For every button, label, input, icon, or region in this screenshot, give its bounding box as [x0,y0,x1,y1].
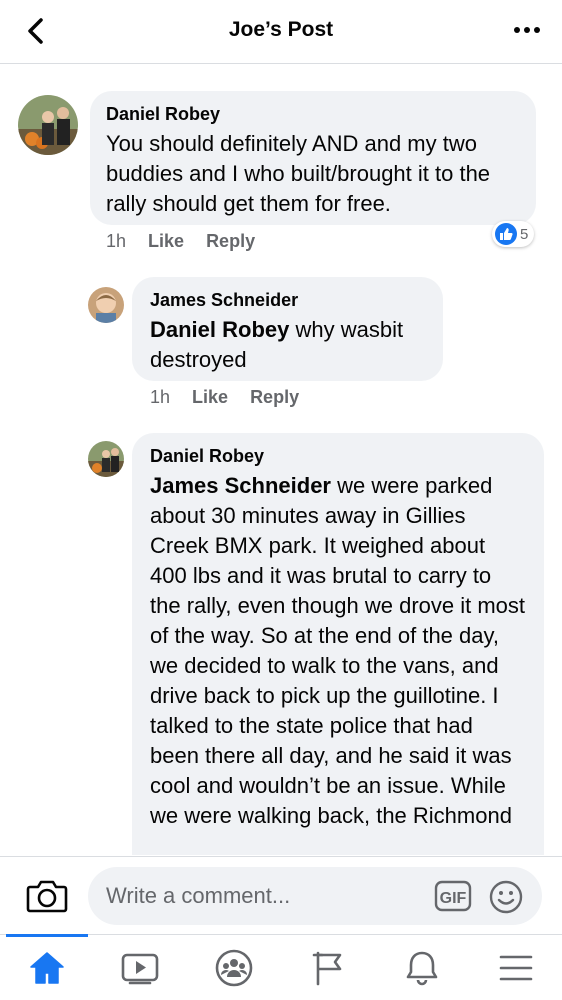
gif-label: GIF [440,890,467,907]
bell-icon [406,951,437,986]
reply-button[interactable]: Reply [250,387,299,408]
reply-button[interactable]: Reply [206,231,255,252]
comment-author[interactable]: James Schneider [150,289,425,311]
comment-body: we were parked about 30 minutes away in … [150,473,526,828]
comment-input[interactable] [106,867,426,925]
mention-link[interactable]: James Schneider [150,473,331,498]
tab-groups[interactable] [187,935,280,1000]
comment-actions: 1h Like Reply [150,387,321,408]
comment-timestamp: 1h [150,387,171,407]
comment-author[interactable]: Daniel Robey [106,103,520,125]
tab-watch[interactable] [93,935,186,1000]
comment-text: You should definitely AND and my two bud… [106,131,491,216]
avatar[interactable] [88,287,124,323]
like-reaction-icon [495,223,517,245]
page-title: Joe’s Post [228,18,334,41]
emoji-icon [489,880,523,914]
tab-home[interactable] [0,934,93,1000]
tab-pages[interactable] [281,935,374,1000]
comment-actions: 1h Like Reply [106,231,277,252]
comment-bubble[interactable]: James Schneider Daniel Robey why wasbit … [132,277,443,381]
gif-button[interactable]: GIF [434,880,472,912]
bottom-tab-bar [0,934,562,1000]
groups-icon [215,949,252,987]
comment-text: James Schneider we were parked about 30 … [150,471,526,831]
comment-bubble[interactable]: Daniel Robey James Schneider we were par… [132,433,544,855]
comment-composer: GIF [0,856,562,934]
tab-menu[interactable] [469,935,562,1000]
camera-button[interactable] [26,877,68,915]
comments-feed[interactable]: Daniel Robey You should definitely AND a… [0,65,562,855]
comment-input-container[interactable]: GIF [88,867,542,925]
post-header: Joe’s Post [0,0,562,64]
like-button[interactable]: Like [148,231,184,252]
reaction-count: 5 [520,225,529,243]
tab-notifications[interactable] [375,935,468,1000]
active-tab-indicator [6,934,88,937]
home-icon [29,952,64,984]
video-icon [121,953,158,985]
avatar[interactable] [88,441,124,477]
comment-timestamp: 1h [106,231,127,251]
more-horizontal-icon [514,27,540,33]
comment-author[interactable]: Daniel Robey [150,445,526,467]
mention-link[interactable]: Daniel Robey [150,317,289,342]
comment-text: Daniel Robey why wasbit destroyed [150,315,425,375]
flag-icon [312,951,341,986]
like-button[interactable]: Like [192,387,228,408]
camera-icon [26,880,68,913]
emoji-button[interactable] [488,879,524,915]
more-options-button[interactable] [512,20,542,40]
comment-bubble[interactable]: Daniel Robey You should definitely AND a… [90,91,536,225]
reaction-count-badge[interactable]: 5 [492,221,535,247]
menu-icon [499,955,532,981]
avatar[interactable] [18,95,78,155]
